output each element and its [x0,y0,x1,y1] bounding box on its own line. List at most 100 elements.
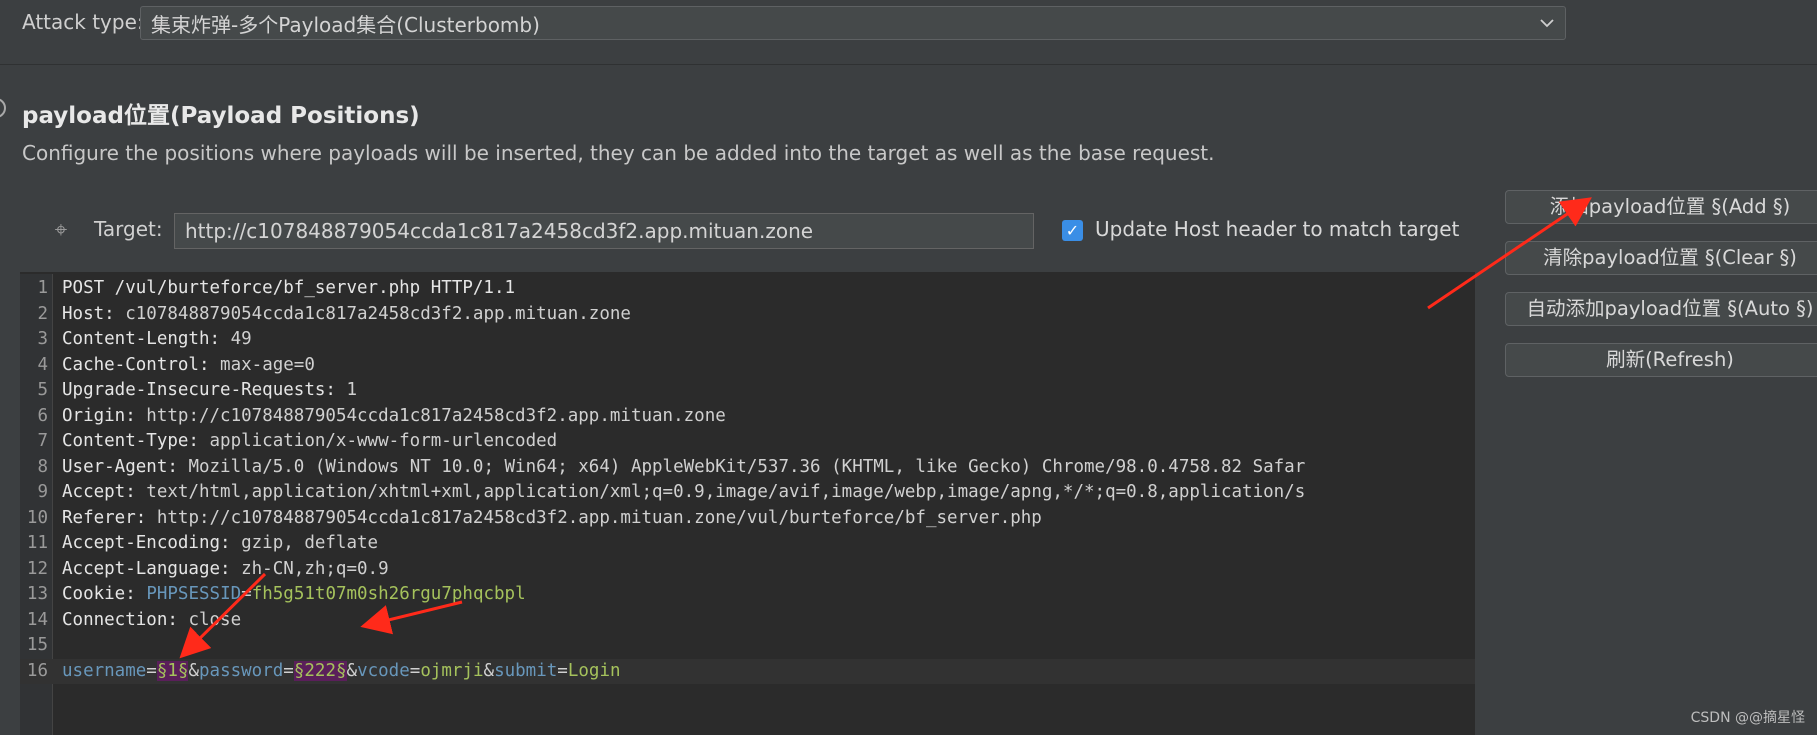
payload-marker: §1§ [156,660,189,681]
attack-type-row: Attack type: 集束炸弹-多个Payload集合(Clusterbom… [0,0,1817,50]
section-description: Configure the positions where payloads w… [22,141,1215,165]
token: Content-Type: [62,431,199,451]
attack-type-label: Attack type: [22,10,144,34]
token: Origin: [62,405,136,426]
line-number: 6 [37,405,48,426]
line-content: Content-Type: application/x-www-form-url… [62,429,557,455]
token: zh-CN,zh;q=0.9 [230,558,389,579]
line-content: Cookie: PHPSESSID=fh5g51t07m0sh26rgu7phq… [62,582,526,608]
request-line[interactable]: 11 Accept-Encoding: gzip, deflate [20,531,1475,557]
refresh-button[interactable]: 刷新(Refresh) [1505,343,1817,377]
line-number: 11 [26,533,48,553]
request-line[interactable]: 12 Accept-Language: zh-CN,zh;q=0.9 [20,557,1475,583]
line-number: 3 [37,329,48,349]
token: & [346,660,358,681]
token: application/x-www-form-urlencoded [198,431,558,451]
request-line[interactable]: 2 Host: c107848879054ccda1c817a2458cd3f2.… [20,302,1475,328]
token: & [483,660,495,681]
token: Cache-Control: [62,354,210,375]
token: ojmrji [420,660,484,681]
token: fh5g51t07m0sh26rgu7phqcbpl [251,584,526,604]
request-line[interactable]: 5 Upgrade-Insecure-Requests: 1 [20,378,1475,404]
add-payload-position-button[interactable]: 添加payload位置 §(Add §) [1505,190,1817,224]
request-line[interactable]: 13 Cookie: PHPSESSID=fh5g51t07m0sh26rgu7p… [20,582,1475,608]
token: = [409,660,421,681]
attack-type-value: 集束炸弹-多个Payload集合(Clusterbomb) [151,12,540,37]
section-help-icon[interactable] [0,98,6,118]
line-number: 9 [37,482,48,502]
chevron-down-icon [1540,19,1554,28]
attack-type-select[interactable]: 集束炸弹-多个Payload集合(Clusterbomb) [140,6,1566,40]
request-line[interactable]: 10 Referer: http://c107848879054ccda1c817… [20,506,1475,532]
token: Content-Length: [62,329,221,349]
line-content: User-Agent: Mozilla/5.0 (Windows NT 10.0… [62,455,1305,481]
payload-marker: §222§ [293,660,347,681]
update-host-checkbox[interactable]: ✓ [1062,220,1083,241]
request-line[interactable]: 8 User-Agent: Mozilla/5.0 (Windows NT 10.… [20,455,1475,481]
request-editor[interactable]: 1 POST /vul/burteforce/bf_server.php HTTP… [20,274,1475,735]
token: = [241,584,252,604]
token: Login [567,660,621,681]
request-line[interactable]: 7 Content-Type: application/x-www-form-ur… [20,429,1475,455]
line-content: Origin: http://c107848879054ccda1c817a24… [62,404,726,430]
token: Cookie: [62,584,136,604]
token: & [188,660,199,681]
token: Host: [62,303,115,324]
token: POST /vul/burteforce/bf_server.php HTTP/… [62,278,516,298]
target-input[interactable] [174,213,1034,249]
watermark: CSDN @@摘星怪 [1690,710,1805,726]
crosshair-icon: ⌖ [54,218,68,243]
line-number: 7 [37,431,48,451]
line-number: 2 [37,303,48,324]
target-bar: ⌖ Target: ✓ Update Host header to match … [20,190,1475,273]
token: User-Agent: [62,456,178,477]
request-line[interactable]: 1 POST /vul/burteforce/bf_server.php HTTP… [20,276,1475,302]
token: text/html,application/xhtml+xml,applicat… [135,482,1306,502]
line-number: 5 [37,380,48,400]
target-label: Target: [94,217,163,241]
request-line[interactable]: 14 Connection: close [20,608,1475,634]
token: submit [494,660,558,681]
token: c107848879054ccda1c817a2458cd3f2.app.mit… [114,303,631,324]
line-content: Connection: close [62,608,241,634]
token: Mozilla/5.0 (Windows NT 10.0; Win64; x64… [177,456,1306,477]
line-content: Referer: http://c107848879054ccda1c817a2… [62,506,1042,532]
token: = [557,660,568,681]
token: close [177,609,242,630]
line-content: Upgrade-Insecure-Requests: 1 [62,378,357,404]
token: password [199,660,284,681]
line-content: Accept-Encoding: gzip, deflate [62,531,378,557]
token: PHPSESSID [146,584,242,604]
clear-payload-position-button[interactable]: 清除payload位置 §(Clear §) [1505,241,1817,275]
token: 1 [335,380,358,400]
token: 49 [220,329,252,349]
request-line[interactable]: 15 [20,633,1475,659]
token: http://c107848879054ccda1c817a2458cd3f2.… [135,405,726,426]
line-content: Accept: text/html,application/xhtml+xml,… [62,480,1305,506]
line-number: 15 [26,635,48,655]
request-line[interactable]: 4 Cache-Control: max-age=0 [20,353,1475,379]
token: username [62,660,147,681]
token: Referer: [62,507,147,528]
line-number: 16 [26,660,48,681]
line-content: username=§1§&password=§222§&vcode=ojmrji… [62,659,621,685]
line-number: 8 [37,456,48,477]
token: Connection: [62,609,178,630]
token: Accept: [62,482,136,502]
request-line[interactable]: 6 Origin: http://c107848879054ccda1c817a2… [20,404,1475,430]
request-line[interactable]: 9 Accept: text/html,application/xhtml+xml… [20,480,1475,506]
line-number: 10 [26,507,48,528]
section-title: payload位置(Payload Positions) [22,103,420,129]
token: gzip, deflate [230,533,379,553]
line-content: Accept-Language: zh-CN,zh;q=0.9 [62,557,389,583]
request-line[interactable]: 16 username=§1§&password=§222§&vcode=ojmr… [20,658,1475,685]
auto-payload-position-button[interactable]: 自动添加payload位置 §(Auto §) [1505,292,1817,326]
line-content: Cache-Control: max-age=0 [62,353,315,379]
line-content: Content-Length: 49 [62,327,252,353]
line-number: 12 [26,558,48,579]
token: max-age=0 [209,354,315,375]
request-line[interactable]: 3 Content-Length: 49 [20,327,1475,353]
token: = [146,660,157,681]
line-number: 4 [37,354,48,375]
